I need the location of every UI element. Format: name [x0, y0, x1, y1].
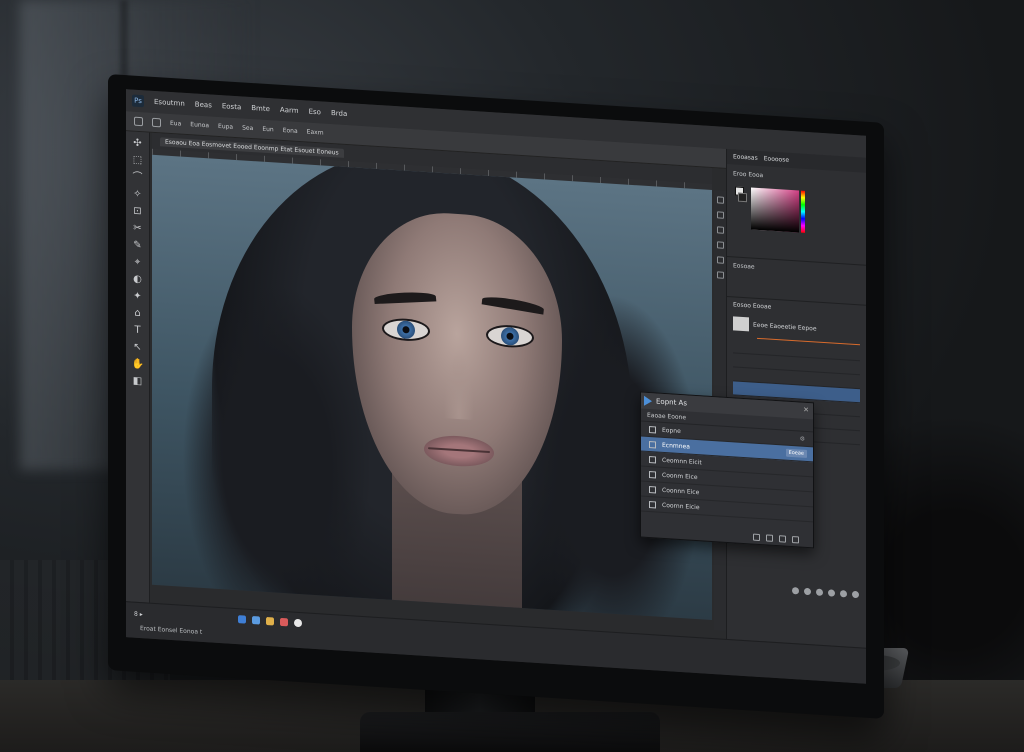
character-icon[interactable] — [716, 241, 724, 249]
folder-icon[interactable] — [266, 616, 274, 626]
layer-style-icon[interactable] — [804, 587, 811, 596]
dodge-tool-icon[interactable]: ◐ — [132, 273, 144, 286]
duplicate-icon[interactable] — [753, 533, 760, 542]
export-icon — [644, 395, 652, 407]
adjustments-label: Eosoae — [733, 262, 755, 271]
marquee-tool-icon[interactable]: ⬚ — [132, 154, 144, 167]
browser-icon[interactable] — [294, 618, 302, 628]
path-select-icon[interactable]: ↖ — [132, 341, 144, 354]
export-as-dialog: Eopnt As ✕ Eaoae Eoone Eopne ⚙ Ecnmnea E… — [640, 391, 814, 549]
folder-icon — [649, 440, 656, 448]
layer-icon — [649, 485, 656, 493]
stamp-tool-icon[interactable]: ⌖ — [132, 256, 144, 269]
trash-icon[interactable] — [792, 536, 799, 544]
portrait-iris — [501, 326, 519, 346]
option-item[interactable]: Eona — [283, 127, 298, 135]
link-layers-icon[interactable] — [792, 587, 799, 595]
pen-tool-icon[interactable]: ⌂ — [132, 307, 144, 320]
tools-panel: ✣ ⬚ ⌒ ✧ ⊡ ✂ ✎ ⌖ ◐ ✦ ⌂ T ↖ ✋ ◧ — [126, 131, 150, 603]
app-logo: Ps — [132, 94, 144, 108]
layer-icon — [649, 470, 656, 478]
menu-item[interactable]: Esoutmn — [154, 98, 185, 108]
screen: Ps Esoutmn Beas Eosta Bmte Aarm Eso Brda… — [126, 89, 866, 684]
dialog-item-label: Eopne — [662, 426, 681, 435]
option-item[interactable]: Eua — [170, 120, 181, 128]
history-icon[interactable] — [716, 196, 724, 204]
layer-name: Eeoe Eaoeetie Eepoe — [753, 321, 817, 333]
layer-icon — [649, 455, 656, 463]
panel-tab[interactable]: Eooasas — [733, 153, 758, 162]
color-panel-label: Eroo Eooa — [733, 170, 764, 180]
background-swatch[interactable] — [738, 192, 747, 203]
option-item[interactable]: Eaxm — [307, 128, 324, 136]
menu-item[interactable]: Aarm — [280, 106, 299, 115]
paragraph-icon[interactable] — [716, 256, 724, 264]
healing-tool-icon[interactable]: ✦ — [132, 290, 144, 303]
mode-icon[interactable] — [152, 117, 161, 128]
panel-tab[interactable]: Eoooose — [764, 155, 789, 164]
menu-item[interactable]: Bmte — [251, 104, 270, 113]
lasso-tool-icon[interactable]: ⌒ — [132, 171, 144, 184]
hue-slider[interactable] — [801, 190, 805, 233]
info-icon[interactable] — [716, 271, 724, 279]
hand-tool-icon[interactable]: ✋ — [132, 358, 144, 371]
new-item-icon[interactable] — [779, 535, 786, 543]
brush-tool-icon[interactable]: ✎ — [132, 239, 144, 252]
option-item[interactable]: Eunoa — [190, 121, 209, 129]
color-picker-field[interactable] — [751, 187, 799, 233]
menu-item[interactable]: Eosta — [222, 102, 241, 111]
file-icon — [649, 425, 656, 433]
dialog-item-badge[interactable]: Eoeae — [785, 448, 807, 458]
layer-icon — [649, 500, 656, 508]
option-item[interactable]: Eupa — [218, 123, 233, 131]
image-canvas[interactable] — [152, 154, 712, 621]
layer-mask-icon[interactable] — [816, 588, 823, 596]
color-swatches[interactable] — [735, 186, 747, 209]
close-icon[interactable]: ✕ — [803, 406, 809, 414]
magic-wand-icon[interactable]: ✧ — [132, 188, 144, 201]
layer-thumbnail — [733, 316, 749, 332]
app-icon[interactable] — [238, 615, 246, 624]
option-item[interactable]: Sea — [242, 124, 253, 132]
monitor-stand-base — [360, 712, 660, 752]
slice-tool-icon[interactable]: ✂ — [132, 222, 144, 235]
brush-settings-icon[interactable] — [716, 226, 724, 234]
crop-tool-icon[interactable]: ⊡ — [132, 205, 144, 218]
delete-layer-icon[interactable] — [852, 590, 859, 599]
new-group-icon[interactable] — [828, 589, 835, 597]
color-swatch-icon[interactable]: ◧ — [132, 375, 144, 388]
dialog-item-label: Coornn Eicie — [662, 501, 700, 511]
taskbar-icons — [238, 615, 302, 628]
type-tool-icon[interactable]: T — [132, 324, 144, 337]
dialog-item-label: Coonnn Eice — [662, 486, 700, 496]
portrait-nose — [444, 348, 474, 421]
document-info[interactable]: Eroat Eonsel Eonoa t — [140, 625, 202, 636]
settings-icon[interactable]: ⚙ — [800, 436, 805, 443]
dialog-title: Eopnt As — [656, 397, 687, 408]
dialog-item-label: Ceomnn Eicit — [662, 456, 702, 466]
menu-item[interactable]: Beas — [195, 100, 212, 109]
portrait-iris — [397, 320, 415, 340]
color-panel: Eroo Eooa — [727, 164, 866, 265]
move-tool-icon[interactable]: ✣ — [132, 137, 144, 150]
link-icon[interactable] — [766, 534, 773, 542]
tool-preset-icon[interactable] — [134, 116, 143, 127]
new-layer-icon[interactable] — [840, 590, 847, 598]
option-item[interactable]: Eun — [262, 126, 273, 134]
app-icon[interactable] — [252, 616, 260, 625]
app-icon[interactable] — [280, 617, 288, 627]
dialog-item-label: Coonm Eice — [662, 471, 698, 481]
menu-item[interactable]: Brda — [331, 109, 347, 118]
layers-footer — [727, 583, 866, 599]
dialog-item-label: Ecnmnea — [662, 441, 690, 451]
zoom-level[interactable]: 8 ▸ — [134, 611, 143, 619]
menu-item[interactable]: Eso — [309, 108, 321, 117]
properties-icon[interactable] — [716, 211, 724, 219]
monitor: Ps Esoutmn Beas Eosta Bmte Aarm Eso Brda… — [108, 74, 884, 719]
